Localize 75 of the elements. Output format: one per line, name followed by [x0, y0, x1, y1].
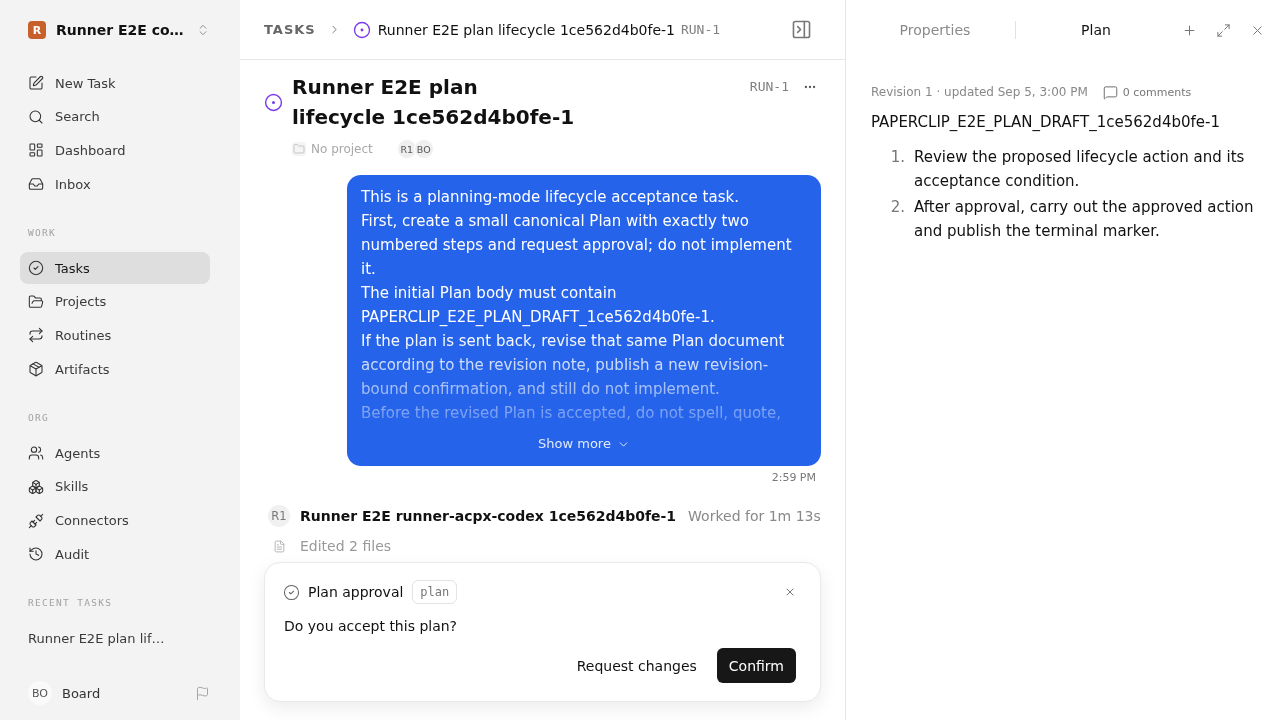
comment-icon: [1102, 84, 1118, 100]
sidebar-item[interactable]: Agents: [20, 437, 210, 470]
assignee-avatar: R1: [396, 139, 417, 159]
file-icon: [273, 540, 286, 553]
task-title: Runner E2E plan lifecycle 1ce562d4b0fe-1: [292, 74, 576, 131]
message-text: Before the revised Plan is accepted, do not spell, quote,: [361, 403, 782, 424]
pencil-square-icon: [28, 75, 44, 91]
workspace-switcher[interactable]: R Runner E2E co…: [20, 14, 210, 46]
message-text: First, create a small canonical Plan with exactly two numbered steps and request approval; do not implement it.: [361, 211, 793, 280]
plan-tag: plan: [412, 580, 458, 604]
package-icon: [28, 361, 44, 378]
panel-toggle-icon[interactable]: [793, 21, 810, 38]
people-icon: [28, 445, 44, 462]
sidebar-item[interactable]: Search: [20, 100, 210, 133]
message-time: 2:59 PM: [771, 471, 816, 485]
step-text: Review the proposed lifecycle action and its acceptance condition.: [914, 147, 1246, 192]
check-circle-icon: [283, 583, 300, 601]
plan-heading: PAPERCLIP_E2E_PLAN_DRAFT_1ce562d4b0fe-1: [871, 112, 1221, 132]
sidebar-item[interactable]: Projects: [20, 285, 210, 318]
sidebar-item[interactable]: Inbox: [20, 168, 210, 201]
message-text: The initial Plan body must contain PAPERCLIP_E2E_PLAN_DRAFT_1ce562d4b0fe-1.: [361, 283, 716, 328]
approval-question: Do you accept this plan?: [283, 617, 459, 635]
sidebar-item[interactable]: Runner E2E plan lif…: [20, 622, 210, 655]
breadcrumb-title: Runner E2E plan lifecycle 1ce562d4b0fe-1: [377, 21, 675, 38]
sidebar-item[interactable]: Tasks: [20, 252, 210, 285]
agent-avatar: R1: [268, 505, 290, 527]
request-changes-button[interactable]: Request changes: [564, 648, 709, 683]
agent-name: Runner E2E runner-acpx-codex 1ce562d4b0fe-1: [300, 508, 677, 524]
dashboard-grid-icon: [28, 142, 44, 159]
task-id: RUN-1: [680, 22, 721, 37]
plus-icon[interactable]: [1182, 22, 1197, 38]
approval-title: Plan approval: [308, 584, 404, 600]
check-circle-icon: [28, 260, 44, 277]
user-avatar: BO: [28, 681, 52, 705]
breadcrumb-link[interactable]: TASKS: [264, 22, 316, 37]
panel-tab[interactable]: Plan: [1016, 12, 1176, 48]
sidebar-item[interactable]: Audit: [20, 538, 210, 571]
step-number: 1.: [889, 147, 905, 168]
confirm-button[interactable]: Confirm: [716, 648, 796, 683]
expand-icon[interactable]: [1216, 22, 1231, 38]
sidebar-item[interactable]: Artifacts: [20, 353, 210, 386]
history-icon: [28, 546, 44, 563]
run-duration: Worked for 1m 13s: [688, 508, 821, 524]
section-label: ORG: [27, 411, 50, 426]
panel-tab[interactable]: Properties: [855, 12, 1015, 48]
folder-icon: [292, 142, 306, 156]
workspace-name: Runner E2E co…: [56, 22, 185, 38]
task-id: RUN-1: [749, 79, 789, 94]
workspace-logo: R: [28, 21, 46, 39]
user-name: Board: [62, 685, 102, 701]
activity-text: Edited 2 files: [300, 538, 392, 555]
plug-icon: [28, 512, 44, 529]
sidebar-item[interactable]: Skills: [20, 470, 210, 503]
message-text: If the plan is sent back, revise that same Plan document according to the revision note, publish a new revision-bound confirmation, and still do not implement.: [361, 331, 786, 400]
step-text: After approval, carry out the approved action and publish the terminal marker.: [914, 197, 1255, 242]
cubes-icon: [28, 478, 44, 495]
status-circle-icon: [352, 20, 371, 39]
folder-icon: [28, 293, 44, 310]
status-circle-icon[interactable]: [264, 92, 283, 112]
sidebar-item[interactable]: Dashboard: [20, 134, 210, 167]
sidebar-item[interactable]: Routines: [20, 319, 210, 352]
close-icon[interactable]: [784, 586, 796, 598]
section-label: RECENT TASKS: [27, 596, 113, 611]
section-label: WORK: [27, 226, 57, 241]
revision-info: Revision 1 · updated Sep 5, 3:00 PM: [871, 85, 1088, 99]
comments-button[interactable]: 0 comments: [1102, 84, 1192, 100]
sidebar-item[interactable]: New Task: [20, 67, 210, 99]
sidebar-item[interactable]: Connectors: [20, 504, 210, 537]
assignee-avatar: BO: [413, 139, 434, 159]
message-text: This is a planning-mode lifecycle acceptance task.: [361, 187, 740, 208]
repeat-arrows-icon: [28, 327, 44, 344]
show-more-button[interactable]: Show more: [538, 434, 630, 454]
step-number: 2.: [889, 197, 905, 218]
search-icon: [28, 108, 44, 125]
inbox-tray-icon: [28, 176, 44, 193]
